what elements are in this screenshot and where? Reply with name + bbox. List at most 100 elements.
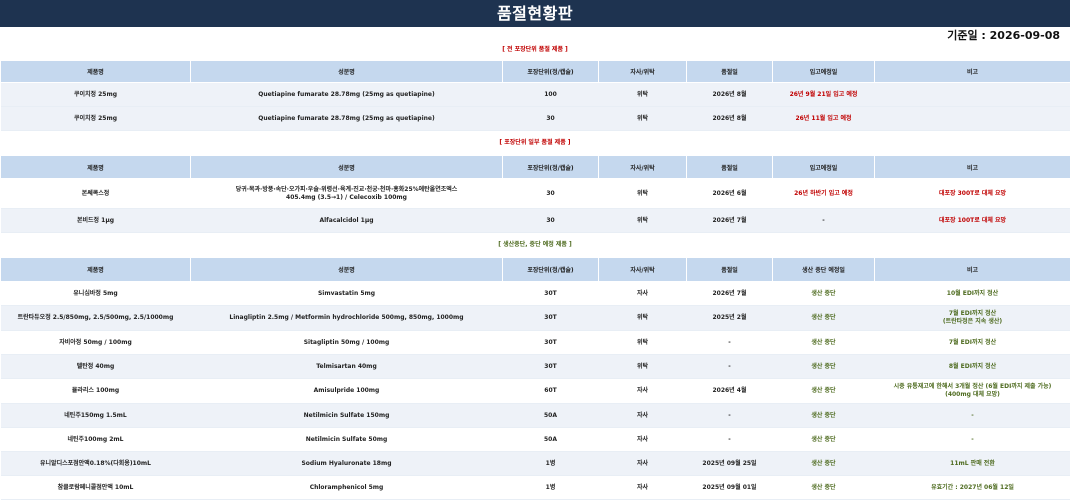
table-row: 뮬라리스 100mg Amisulpride 100mg 60T 자사 2026… <box>0 378 1070 404</box>
cell-note: 7월 EDI까지 정산 <box>874 330 1070 355</box>
cell-stop-date: 생산 중단 <box>772 305 875 331</box>
cell-product: 쿠이치정 25mg <box>0 82 191 107</box>
cell-product: 본쎄콕스정 <box>0 178 191 209</box>
column-header-product: 제품명 <box>0 60 191 83</box>
column-header-restock-date: 입고예정일 <box>772 60 875 83</box>
table-row: 참클로람페니콜점안액 10mL Chloramphenicol 5mg 1병 자… <box>0 475 1070 500</box>
table-row: 네틴주150mg 1.5mL Netilmicin Sulfate 150mg … <box>0 403 1070 428</box>
cell-maker: 위탁 <box>598 82 687 107</box>
cell-note: 유효기간 : 2027년 06월 12일 <box>874 475 1070 500</box>
cell-maker: 위탁 <box>598 208 687 233</box>
cell-product: 유니알디스포점안액0.18%(다회용)10mL <box>0 451 191 476</box>
cell-note: 시중 유통재고에 한해서 3개월 정산 (6월 EDI까지 제출 가능) (40… <box>874 378 1070 404</box>
column-header-ingredient: 성분명 <box>190 257 503 282</box>
cell-stop-date: 생산 중단 <box>772 451 875 476</box>
cell-maker: 자사 <box>598 403 687 428</box>
table-discontinued: 제품명 성분명 포장단위(정/캡슐) 자사/위탁 품절일 생산 중단 예정일 비… <box>0 257 1070 500</box>
cell-product: 트란타듀오정 2.5/850mg, 2.5/500mg, 2.5/1000mg <box>0 305 191 331</box>
cell-maker: 자사 <box>598 378 687 404</box>
column-header-stop-date: 생산 중단 예정일 <box>772 257 875 282</box>
cell-stop-date: 생산 중단 <box>772 475 875 500</box>
section-title-full-soldout: [ 전 포장단위 품절 제품 ] <box>502 46 568 53</box>
cell-note: 대포장 100T로 대체 요망 <box>874 208 1070 233</box>
table-row: 트란타듀오정 2.5/850mg, 2.5/500mg, 2.5/1000mg … <box>0 305 1070 331</box>
table-row: 쿠이치정 25mg Quetiapine fumarate 28.78mg (2… <box>0 106 1070 131</box>
cell-note: 대포장 300T로 대체 요망 <box>874 178 1070 209</box>
column-header-soldout-date: 품절일 <box>686 155 773 179</box>
table-row: 자비아정 50mg / 100mg Sitagliptin 50mg / 100… <box>0 330 1070 355</box>
cell-note <box>874 106 1070 131</box>
cell-maker: 위탁 <box>598 178 687 209</box>
cell-ingredient: Simvastatin 5mg <box>190 281 503 306</box>
table-row: 유니심바정 5mg Simvastatin 5mg 30T 자사 2026년 7… <box>0 281 1070 306</box>
cell-stop-date: 생산 중단 <box>772 427 875 452</box>
cell-soldout-date: 2026년 7월 <box>686 281 773 306</box>
cell-soldout-date: - <box>686 354 773 379</box>
cell-note: 8월 EDI까지 정산 <box>874 354 1070 379</box>
cell-stop-date: 생산 중단 <box>772 378 875 404</box>
section-title-discontinued: [ 생산중단, 중단 예정 제품 ] <box>498 241 572 248</box>
cell-product: 자비아정 50mg / 100mg <box>0 330 191 355</box>
cell-ingredient: Amisulpride 100mg <box>190 378 503 404</box>
cell-product: 뮬라리스 100mg <box>0 378 191 404</box>
cell-stop-date: 생산 중단 <box>772 281 875 306</box>
cell-restock-date: 26년 하반기 입고 예정 <box>772 178 875 209</box>
page-title: 품절현황판 <box>0 0 1070 27</box>
cell-package: 100 <box>502 82 599 107</box>
column-header-note: 비고 <box>874 257 1070 282</box>
cell-note: 7월 EDI까지 정산 (트란타정은 지속 생산) <box>874 305 1070 331</box>
cell-soldout-date: 2026년 4월 <box>686 378 773 404</box>
cell-package: 60T <box>502 378 599 404</box>
cell-note: 11mL 판매 전환 <box>874 451 1070 476</box>
cell-ingredient: Sitagliptin 50mg / 100mg <box>190 330 503 355</box>
column-header-package: 포장단위(정/캡슐) <box>502 155 599 179</box>
column-header-package: 포장단위(정/캡슐) <box>502 257 599 282</box>
cell-package: 30 <box>502 106 599 131</box>
cell-package: 50A <box>502 403 599 428</box>
table-row: 본쎄콕스정 당귀·목과·방풍·속단·오가피·우슬·위령선·육계·진교·천궁·천마… <box>0 178 1070 209</box>
cell-package: 1병 <box>502 475 599 500</box>
column-header-product: 제품명 <box>0 155 191 179</box>
column-header-restock-date: 입고예정일 <box>772 155 875 179</box>
column-header-ingredient: 성분명 <box>190 60 503 83</box>
cell-package: 30T <box>502 305 599 331</box>
cell-package: 30T <box>502 330 599 355</box>
table-partial-soldout: 제품명 성분명 포장단위(정/캡슐) 자사/위탁 품절일 입고예정일 비고 본쎄… <box>0 155 1070 233</box>
column-header-soldout-date: 품절일 <box>686 60 773 83</box>
cell-ingredient: Netilmicin Sulfate 50mg <box>190 427 503 452</box>
cell-ingredient: 당귀·목과·방풍·속단·오가피·우슬·위령선·육계·진교·천궁·천마·홍화25%… <box>190 178 503 209</box>
cell-package: 50A <box>502 427 599 452</box>
cell-product: 네틴주100mg 2mL <box>0 427 191 452</box>
cell-product: 유니심바정 5mg <box>0 281 191 306</box>
cell-restock-date: 26년 9월 21일 입고 예정 <box>772 82 875 107</box>
cell-product: 네틴주150mg 1.5mL <box>0 403 191 428</box>
cell-maker: 위탁 <box>598 305 687 331</box>
cell-stop-date: 생산 중단 <box>772 403 875 428</box>
cell-package: 30 <box>502 178 599 209</box>
column-header-maker: 자사/위탁 <box>598 60 687 83</box>
cell-stop-date: 생산 중단 <box>772 354 875 379</box>
cell-restock-date: - <box>772 208 875 233</box>
cell-maker: 위탁 <box>598 354 687 379</box>
cell-product: 참클로람페니콜점안액 10mL <box>0 475 191 500</box>
cell-restock-date: 26년 11월 입고 예정 <box>772 106 875 131</box>
column-header-maker: 자사/위탁 <box>598 257 687 282</box>
cell-soldout-date: 2025년 09월 25일 <box>686 451 773 476</box>
table-row: 네틴주100mg 2mL Netilmicin Sulfate 50mg 50A… <box>0 427 1070 452</box>
cell-soldout-date: 2026년 6월 <box>686 178 773 209</box>
cell-ingredient: Sodium Hyaluronate 18mg <box>190 451 503 476</box>
cell-maker: 위탁 <box>598 106 687 131</box>
cell-soldout-date: - <box>686 330 773 355</box>
column-header-maker: 자사/위탁 <box>598 155 687 179</box>
column-header-package: 포장단위(정/캡슐) <box>502 60 599 83</box>
cell-maker: 자사 <box>598 475 687 500</box>
cell-soldout-date: 2026년 7월 <box>686 208 773 233</box>
cell-package: 30 <box>502 208 599 233</box>
cell-ingredient: Telmisartan 40mg <box>190 354 503 379</box>
cell-package: 1병 <box>502 451 599 476</box>
reference-date: 기준일 : 2026-09-08 <box>947 29 1060 42</box>
cell-soldout-date: - <box>686 427 773 452</box>
cell-soldout-date: 2025년 09월 01일 <box>686 475 773 500</box>
cell-note: 10월 EDI까지 정산 <box>874 281 1070 306</box>
cell-note <box>874 82 1070 107</box>
